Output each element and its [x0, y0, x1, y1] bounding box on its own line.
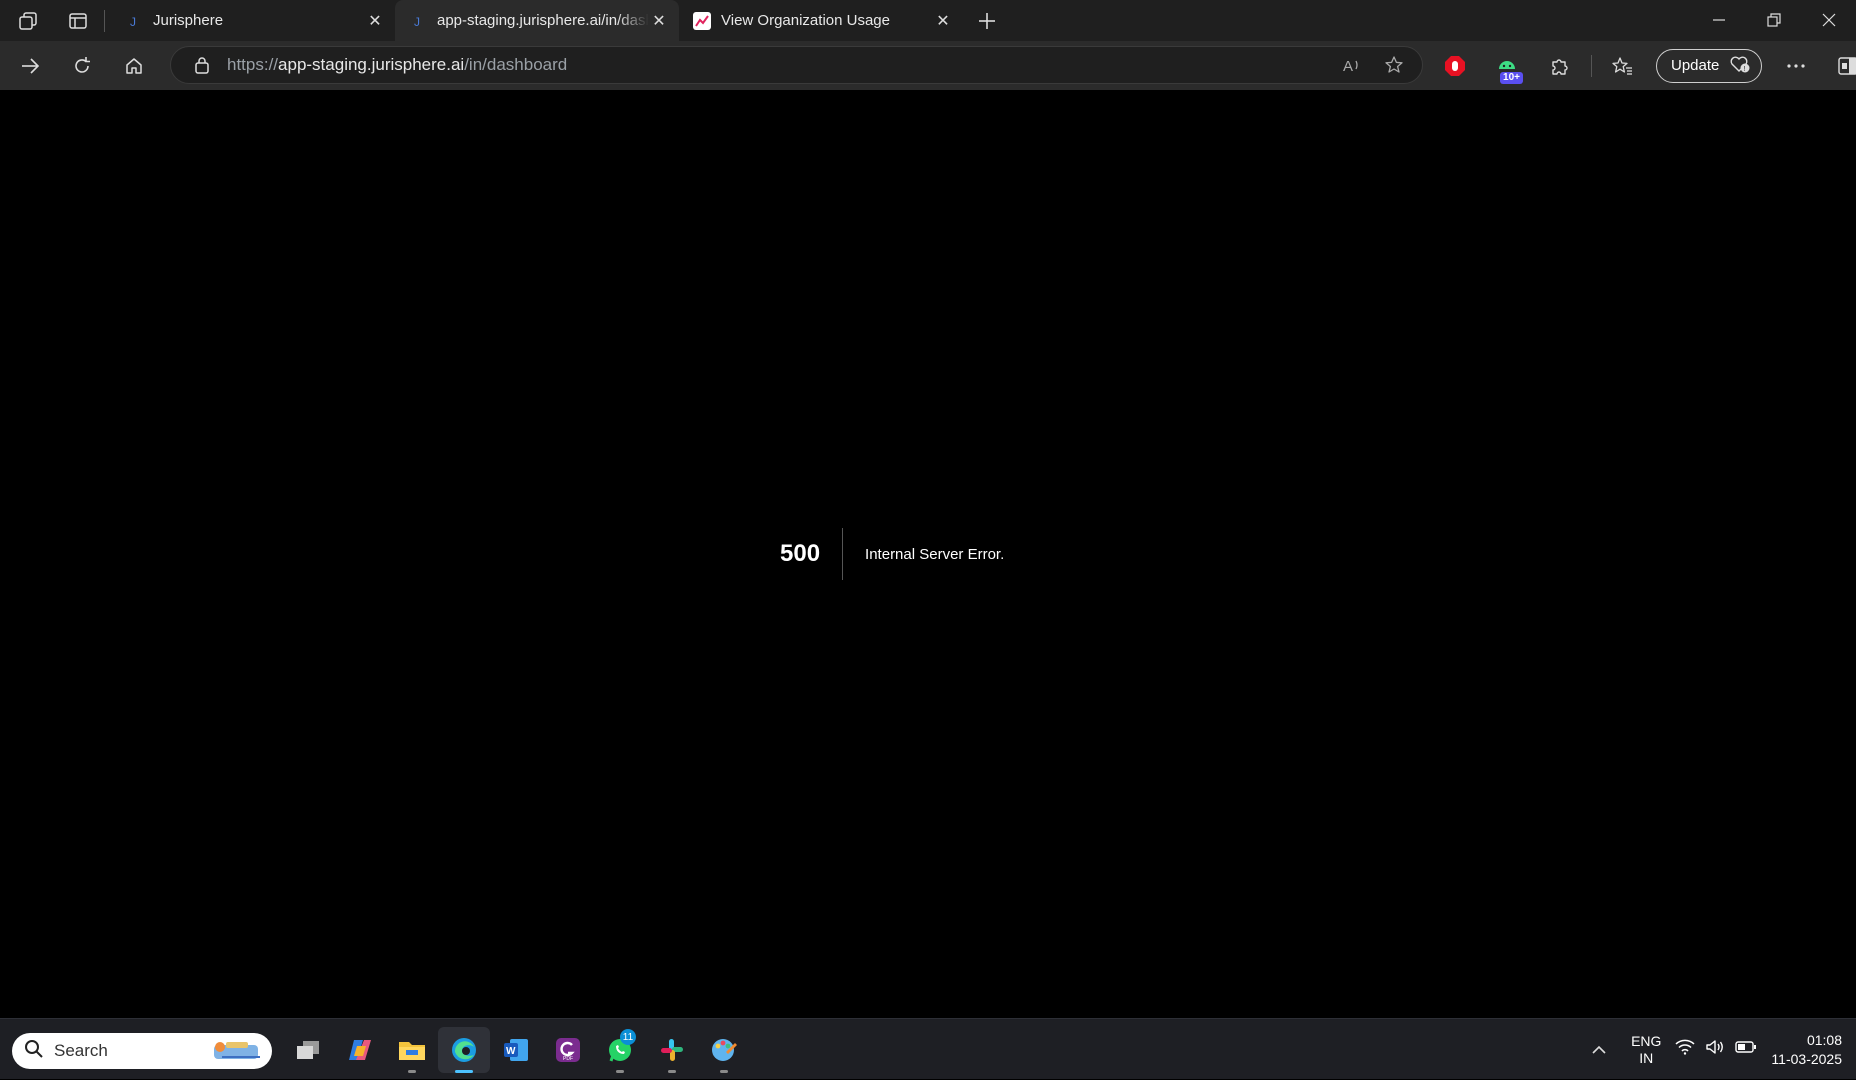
- system-tray: ENG IN 01:08 11-03-2025: [1581, 1019, 1856, 1080]
- workspaces-icon[interactable]: [8, 1, 48, 41]
- svg-text:J: J: [414, 15, 420, 28]
- read-aloud-icon[interactable]: A: [1334, 50, 1370, 80]
- paint-icon[interactable]: [698, 1027, 750, 1073]
- tab-dashboard[interactable]: J app-staging.jurisphere.ai/in/dashboard…: [395, 0, 679, 41]
- error-code: 500: [780, 528, 844, 580]
- active-indicator: [455, 1070, 473, 1073]
- address-bar[interactable]: https://app-staging.jurisphere.ai/in/das…: [170, 46, 1423, 84]
- tab-separator: [104, 9, 105, 32]
- restore-icon[interactable]: [1746, 0, 1801, 40]
- copilot-icon[interactable]: [334, 1027, 386, 1073]
- language-line2: IN: [1639, 1049, 1654, 1066]
- edge-browser-icon[interactable]: [438, 1027, 490, 1073]
- svg-text:J: J: [130, 15, 136, 28]
- refresh-icon[interactable]: [60, 46, 104, 86]
- search-icon: [24, 1039, 44, 1064]
- sidebar-toggle-icon[interactable]: [1826, 46, 1856, 86]
- update-heart-icon: !: [1729, 54, 1751, 78]
- task-view-icon[interactable]: [282, 1027, 334, 1073]
- tab-title: View Organization Usage: [721, 12, 890, 29]
- favorite-star-icon[interactable]: [1376, 50, 1412, 80]
- tab-strip: J Jurisphere ✕ J app-staging.jurisphere.…: [0, 0, 1856, 41]
- svg-text:!: !: [1744, 66, 1746, 73]
- error-message: Internal Server Error.: [865, 545, 1005, 563]
- clock-date: 11-03-2025: [1771, 1050, 1842, 1067]
- extension-android-icon[interactable]: 10+: [1485, 46, 1529, 86]
- url-host: app-staging.jurisphere.ai: [278, 55, 465, 74]
- update-label: Update: [1671, 57, 1720, 74]
- close-tab-icon[interactable]: ✕: [365, 11, 385, 31]
- jurisphere-favicon-icon: J: [125, 12, 143, 30]
- error-panel: 500 Internal Server Error.: [780, 528, 1004, 580]
- url-scheme: https://: [227, 55, 279, 74]
- tab-jurisphere[interactable]: J Jurisphere ✕: [111, 1, 395, 41]
- clock-time: 01:08: [1806, 1031, 1842, 1048]
- running-indicator: [720, 1070, 728, 1073]
- chart-favicon-icon: [693, 11, 711, 30]
- tab-actions-icon[interactable]: [58, 1, 98, 41]
- system-icons[interactable]: [1675, 1039, 1757, 1060]
- tab-title: Jurisphere: [153, 12, 224, 29]
- wifi-icon: [1675, 1039, 1695, 1060]
- new-tab-icon[interactable]: [967, 1, 1007, 41]
- toolbar-separator: [1591, 54, 1592, 77]
- page-content: 500 Internal Server Error.: [0, 90, 1856, 1018]
- running-indicator: [408, 1070, 416, 1073]
- url-path: /in/dashboard: [464, 55, 568, 74]
- close-tab-icon[interactable]: ✕: [649, 11, 669, 31]
- lock-icon[interactable]: [189, 56, 215, 74]
- more-menu-icon[interactable]: [1774, 46, 1818, 86]
- chevron-up-icon[interactable]: [1581, 1045, 1617, 1055]
- whatsapp-icon[interactable]: 11: [594, 1027, 646, 1073]
- taskbar: Search W PDF 11 ENG IN 01:08 11-03-2025: [0, 1018, 1856, 1079]
- running-indicator: [668, 1070, 676, 1073]
- close-tab-icon[interactable]: ✕: [933, 11, 953, 31]
- svg-text:PDF: PDF: [563, 1056, 573, 1062]
- browser-toolbar: https://app-staging.jurisphere.ai/in/das…: [0, 41, 1856, 90]
- battery-icon: [1735, 1040, 1757, 1059]
- forward-icon[interactable]: [8, 46, 52, 86]
- search-highlight-icon: [208, 1039, 264, 1068]
- language-indicator[interactable]: ENG IN: [1631, 1033, 1661, 1067]
- pdf-editor-icon[interactable]: PDF: [542, 1027, 594, 1073]
- window-controls: [1691, 0, 1856, 40]
- svg-text:A: A: [1343, 58, 1353, 75]
- slack-icon[interactable]: [646, 1027, 698, 1073]
- extensions-puzzle-icon[interactable]: [1537, 46, 1581, 86]
- language-line1: ENG: [1631, 1032, 1662, 1049]
- whatsapp-badge: 11: [620, 1029, 636, 1045]
- minimize-icon[interactable]: [1691, 0, 1746, 40]
- running-indicator: [616, 1070, 624, 1073]
- favorites-icon[interactable]: [1600, 46, 1644, 86]
- home-icon[interactable]: [112, 46, 156, 86]
- close-window-icon[interactable]: [1801, 0, 1856, 40]
- url-text[interactable]: https://app-staging.jurisphere.ai/in/das…: [227, 55, 1334, 75]
- svg-text:W: W: [506, 1046, 516, 1057]
- search-label: Search: [54, 1041, 108, 1060]
- taskbar-search[interactable]: Search: [12, 1033, 272, 1069]
- jurisphere-favicon-icon: J: [409, 12, 427, 30]
- tab-organization-usage[interactable]: View Organization Usage ✕: [679, 1, 963, 41]
- tab-title: app-staging.jurisphere.ai/in/dashboard: [437, 12, 649, 29]
- clock[interactable]: 01:08 11-03-2025: [1771, 1031, 1842, 1069]
- volume-icon: [1705, 1039, 1725, 1060]
- file-explorer-icon[interactable]: [386, 1027, 438, 1073]
- extension-badge: 10+: [1500, 71, 1523, 84]
- stop-extension-icon[interactable]: [1433, 46, 1477, 86]
- word-icon[interactable]: W: [490, 1027, 542, 1073]
- update-button[interactable]: Update !: [1656, 48, 1763, 83]
